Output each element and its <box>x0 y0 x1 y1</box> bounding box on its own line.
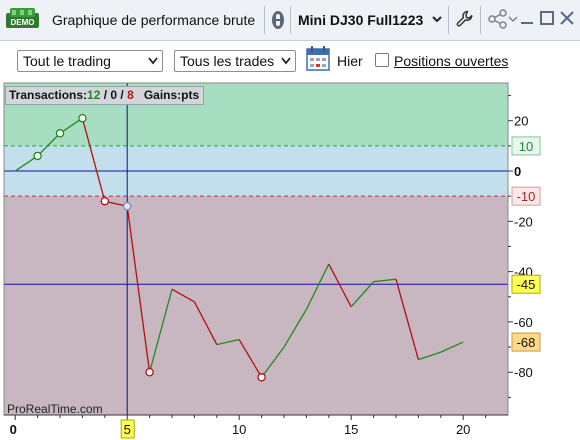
instrument-selector[interactable]: Mini DJ30 Full1223 <box>298 12 423 28</box>
trades-select-value: Tous les trades <box>180 53 275 69</box>
y-tick-label: 0 <box>514 164 521 179</box>
level-badge-label: -10 <box>517 189 536 204</box>
y-tick-label: 20 <box>514 114 528 129</box>
trade-marker[interactable] <box>78 113 87 123</box>
level-badge-label: -68 <box>517 335 536 350</box>
x-tick-label: 20 <box>456 422 470 437</box>
date-label[interactable]: Hier <box>337 53 363 69</box>
divider <box>480 6 481 34</box>
watermark: ProRealTime.com <box>7 402 103 416</box>
window-title: Graphique de performance brute <box>52 12 256 28</box>
open-positions-label[interactable]: Positions ouvertes <box>394 53 508 69</box>
gains-label: Gains <box>143 88 178 102</box>
x-tick-label: 0 <box>10 422 17 437</box>
scope-select[interactable]: Tout le trading <box>17 50 163 72</box>
y-tick-label: -20 <box>514 214 533 229</box>
divider <box>448 6 449 34</box>
transactions-label: Transactions <box>9 88 84 102</box>
winners-count: 12 <box>87 88 101 102</box>
title-bar: DEMO Graphique de performance brute Mini… <box>0 0 580 41</box>
trade-marker[interactable] <box>122 201 132 211</box>
share-icon[interactable] <box>488 9 518 29</box>
chevron-down-icon[interactable] <box>432 14 442 24</box>
losers-count: 8 <box>127 88 134 102</box>
trade-marker[interactable] <box>55 129 65 138</box>
trade-marker[interactable] <box>145 367 154 377</box>
trade-marker[interactable] <box>257 373 266 382</box>
demo-badge-icon: DEMO <box>6 8 39 28</box>
y-tick-label: -60 <box>514 315 533 330</box>
demo-badge-label: DEMO <box>11 18 35 27</box>
trade-marker[interactable] <box>33 151 42 161</box>
trade-marker[interactable] <box>100 196 110 206</box>
transactions-info: Transactions:12 / 0 / 8 Gains:pts <box>5 86 205 105</box>
x-tick-label: 10 <box>232 422 246 437</box>
performance-chart[interactable]: 200-20-40-60-8010-10-45-680 5 10 15 20 <box>0 82 580 440</box>
level-badge-label: -45 <box>517 277 536 292</box>
chevron-down-icon <box>281 57 291 65</box>
calendar-icon[interactable] <box>306 45 330 71</box>
trades-select[interactable]: Tous les trades <box>174 50 296 72</box>
open-positions-checkbox[interactable] <box>375 53 389 67</box>
y-tick-label: -80 <box>514 365 533 380</box>
level-badge-label: 10 <box>519 139 533 154</box>
minimize-icon[interactable] <box>519 10 535 26</box>
divider <box>264 6 265 34</box>
gains-unit: pts <box>181 88 200 102</box>
close-icon[interactable] <box>559 10 575 26</box>
negative-zone <box>4 196 508 415</box>
maximize-icon[interactable] <box>539 10 555 26</box>
link-icon[interactable] <box>270 9 286 31</box>
wrench-icon[interactable] <box>456 10 474 28</box>
divider <box>290 6 291 34</box>
x-tick-label: 15 <box>344 422 358 437</box>
chevron-down-icon <box>148 57 158 65</box>
scope-select-value: Tout le trading <box>23 53 111 69</box>
cursor-x-label: 5 <box>124 422 131 437</box>
